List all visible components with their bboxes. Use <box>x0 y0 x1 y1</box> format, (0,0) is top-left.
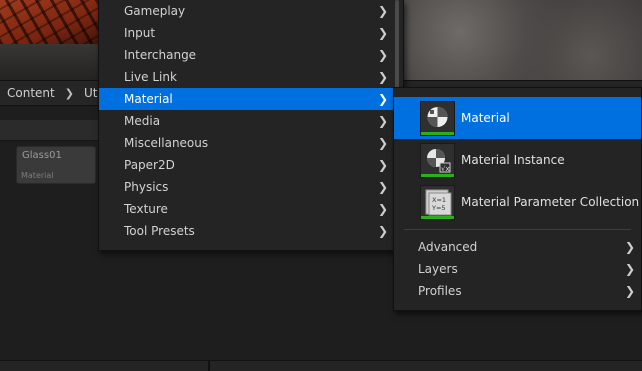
menu-item-gameplay[interactable]: Gameplay ❯ <box>99 0 393 22</box>
chevron-right-icon: ❯ <box>377 224 389 238</box>
mpc-icon-y-text: Y=5 <box>431 204 446 212</box>
menu-item-label: Gameplay <box>124 4 186 18</box>
status-bar <box>0 360 642 371</box>
breadcrumb-next[interactable]: Ut <box>84 86 98 100</box>
asset-type: Material <box>21 171 54 180</box>
submenu-category-advanced[interactable]: Advanced ❯ <box>394 236 641 258</box>
viewport-floor-texture <box>0 0 110 44</box>
chevron-right-icon: ❯ <box>377 26 389 40</box>
chevron-right-icon: ❯ <box>377 48 389 62</box>
chevron-right-icon: ❯ <box>624 284 636 298</box>
mpc-icon-x-text: X=1 <box>432 196 446 204</box>
menu-item-label: Paper2D <box>124 158 175 172</box>
chevron-right-icon: ❯ <box>377 70 389 84</box>
menu-item-label: Texture <box>124 202 168 216</box>
menu-item-tool-presets[interactable]: Tool Presets ❯ <box>99 220 393 242</box>
asset-tile-glass01[interactable]: Glass01 Material <box>16 146 96 184</box>
submenu-category-layers[interactable]: Layers ❯ <box>394 258 641 280</box>
menu-item-input[interactable]: Input ❯ <box>99 22 393 44</box>
breadcrumb-chevron-icon[interactable]: ❯ <box>65 87 74 100</box>
chevron-right-icon: ❯ <box>377 202 389 216</box>
menu-item-live-link[interactable]: Live Link ❯ <box>99 66 393 88</box>
submenu-item-label: Material <box>461 111 510 125</box>
menu-item-label: Miscellaneous <box>124 136 209 150</box>
menu-item-miscellaneous[interactable]: Miscellaneous ❯ <box>99 132 393 154</box>
menu-item-label: Material <box>124 92 173 106</box>
chevron-right-icon: ❯ <box>377 136 389 150</box>
submenu-item-label: Material Parameter Collection <box>461 195 640 209</box>
submenu-item-label: Material Instance <box>461 153 565 167</box>
menu-item-label: Media <box>124 114 161 128</box>
menu-item-media[interactable]: Media ❯ <box>99 110 393 132</box>
chevron-right-icon: ❯ <box>377 158 389 172</box>
svg-text:√x: √x <box>441 165 450 173</box>
submenu-category-label: Profiles <box>418 284 462 298</box>
menu-item-paper2d[interactable]: Paper2D ❯ <box>99 154 393 176</box>
menu-item-label: Physics <box>124 180 169 194</box>
chevron-right-icon: ❯ <box>624 240 636 254</box>
chevron-right-icon: ❯ <box>377 114 389 128</box>
menu-item-label: Interchange <box>124 48 197 62</box>
chevron-right-icon: ❯ <box>377 92 389 106</box>
viewport-rock-texture <box>382 0 642 80</box>
chevron-right-icon: ❯ <box>624 262 636 276</box>
material-parameter-collection-icon: X=1 Y=5 <box>420 184 455 220</box>
submenu-item-material-parameter-collection[interactable]: X=1 Y=5 Material Parameter Collection <box>394 181 641 223</box>
chevron-right-icon: ❯ <box>377 180 389 194</box>
submenu-item-material[interactable]: Material <box>394 97 641 139</box>
create-asset-context-menu: Gameplay ❯ Input ❯ Interchange ❯ Live Link ❯ Mat… <box>98 0 404 251</box>
submenu-category-label: Advanced <box>418 240 478 254</box>
menu-item-material[interactable]: Material ❯ <box>99 88 393 110</box>
asset-name: Glass01 <box>22 150 62 161</box>
menu-scrollbar[interactable] <box>395 0 399 90</box>
menu-item-label: Input <box>124 26 156 40</box>
material-submenu: Material √x Material Instance X=1 Y=5 Ma… <box>393 87 642 311</box>
mpc-asset-bar <box>421 215 454 219</box>
menu-item-texture[interactable]: Texture ❯ <box>99 198 393 220</box>
material-instance-asset-bar <box>421 173 454 177</box>
chevron-right-icon: ❯ <box>377 4 389 18</box>
submenu-category-profiles[interactable]: Profiles ❯ <box>394 280 641 302</box>
material-icon <box>420 100 455 136</box>
menu-item-label: Tool Presets <box>124 224 195 238</box>
submenu-divider <box>404 229 631 230</box>
menu-item-label: Live Link <box>124 70 177 84</box>
menu-item-interchange[interactable]: Interchange ❯ <box>99 44 393 66</box>
material-instance-icon: √x <box>420 142 455 178</box>
menu-item-physics[interactable]: Physics ❯ <box>99 176 393 198</box>
breadcrumb-content[interactable]: Content <box>0 86 55 100</box>
submenu-category-label: Layers <box>418 262 458 276</box>
submenu-item-material-instance[interactable]: √x Material Instance <box>394 139 641 181</box>
material-asset-bar <box>421 131 454 135</box>
